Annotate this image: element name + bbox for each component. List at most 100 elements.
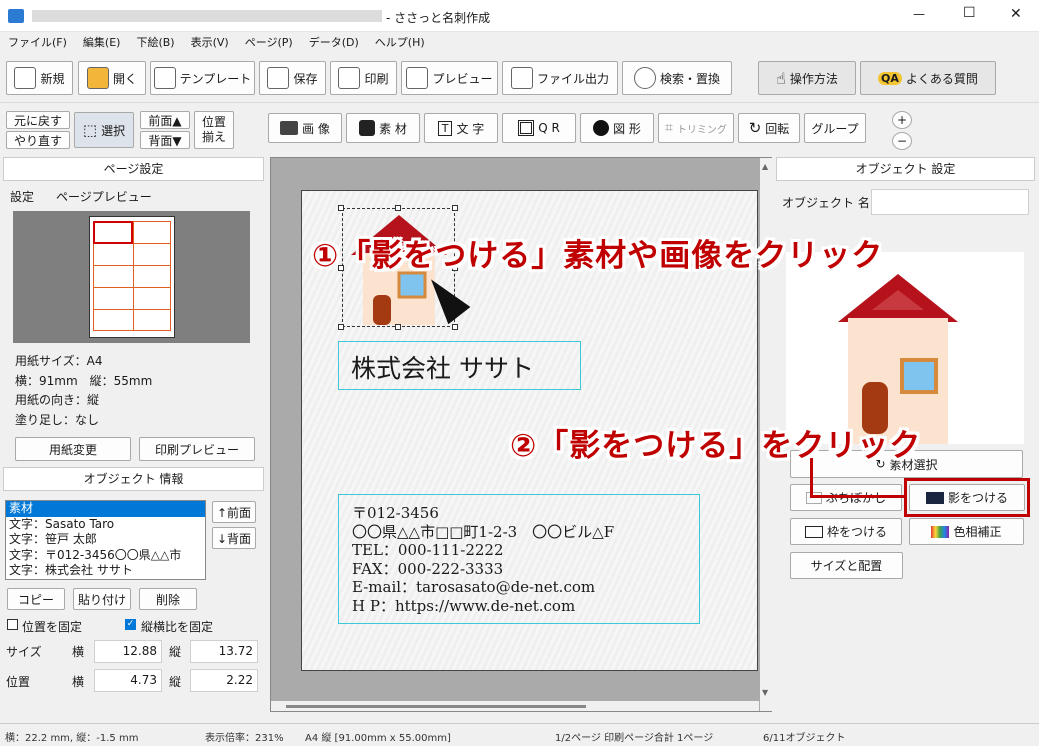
- minimize-button[interactable]: —: [913, 7, 925, 21]
- material-button[interactable]: 素 材: [346, 113, 420, 143]
- align-button[interactable]: 位置 揃え: [194, 111, 234, 149]
- size-w-input[interactable]: 12.88: [94, 640, 162, 663]
- scroll-down-arrow[interactable]: ▼: [762, 688, 768, 697]
- menu-page[interactable]: ページ(P): [245, 34, 293, 52]
- menu-underlay[interactable]: 下絵(B): [136, 34, 174, 52]
- shape-button[interactable]: 図 形: [580, 113, 654, 143]
- paper-orientation: 用紙の向き：縦: [15, 393, 100, 407]
- menu-help[interactable]: ヘルプ(H): [375, 34, 425, 52]
- status-pages: 1/2ページ 印刷ページ合計 1ページ: [555, 733, 714, 744]
- size-h-input[interactable]: 13.72: [190, 640, 258, 663]
- edit-toolbar: 元に戻す やり直す ⬚ 選択 前面▲ 背面▼ 位置 揃え 画 像 素 材 T文 字 …: [0, 104, 1039, 154]
- bring-front-button[interactable]: 前面▲: [140, 111, 190, 129]
- tab-page-preview[interactable]: ページプレビュー: [56, 188, 152, 205]
- maximize-button[interactable]: ☐: [963, 5, 976, 21]
- crop-icon: ⌗: [665, 120, 673, 136]
- resize-handle[interactable]: [338, 324, 344, 330]
- printer-icon: [338, 67, 361, 89]
- print-button[interactable]: 印刷: [330, 61, 397, 95]
- export-button[interactable]: ファイル出力: [502, 61, 618, 95]
- list-item[interactable]: 文字：株式会社 ササト: [6, 563, 205, 579]
- group-button[interactable]: グループ: [804, 113, 866, 143]
- send-back-button[interactable]: 背面▼: [140, 131, 190, 149]
- menu-edit[interactable]: 編集(E): [83, 34, 121, 52]
- list-item[interactable]: 文字：Sasato Taro: [6, 517, 205, 533]
- text-button[interactable]: T文 字: [424, 113, 498, 143]
- preview-button[interactable]: プレビュー: [401, 61, 498, 95]
- address-text-box[interactable]: 〒012-3456 〇〇県△△市□□町1-2-3 〇〇ビル△F TEL：000-…: [338, 494, 700, 624]
- zoom-in-button[interactable]: +: [892, 111, 912, 129]
- redo-button[interactable]: やり直す: [6, 131, 70, 149]
- material-icon: [359, 120, 376, 136]
- qa-icon: QA: [878, 71, 902, 85]
- resize-handle[interactable]: [395, 324, 401, 330]
- list-item[interactable]: 文字：〒012-3456〇〇県△△市: [6, 548, 205, 564]
- lock-ratio-label: 縦横比を固定: [141, 620, 214, 634]
- text-icon: T: [437, 120, 453, 136]
- change-paper-button[interactable]: 用紙変更: [15, 437, 131, 461]
- resize-handle[interactable]: [452, 324, 458, 330]
- new-button[interactable]: 新規: [6, 61, 73, 95]
- status-coords: 横：22.2 mm, 縦：-1.5 mm: [5, 733, 139, 744]
- folder-icon: [86, 67, 109, 89]
- copy-button[interactable]: コピー: [7, 588, 65, 610]
- pos-y-input[interactable]: 2.22: [190, 669, 258, 692]
- object-name-input[interactable]: [871, 189, 1029, 215]
- search-replace-button[interactable]: 検索・置換: [622, 61, 732, 95]
- object-list[interactable]: 素材 文字：Sasato Taro 文字：笹戸 太郎 文字：〒012-3456〇…: [5, 500, 206, 580]
- trim-button[interactable]: ⌗ トリミング: [658, 113, 734, 143]
- undo-button[interactable]: 元に戻す: [6, 111, 70, 129]
- delete-button[interactable]: 削除: [139, 588, 197, 610]
- list-front-button[interactable]: ↑前面: [212, 501, 256, 523]
- list-item[interactable]: 素材: [6, 501, 205, 517]
- image-button[interactable]: 画 像: [268, 113, 342, 143]
- current-card-highlight: [93, 221, 133, 244]
- shadow-highlight-frame: [904, 478, 1030, 517]
- resize-handle[interactable]: [338, 205, 344, 211]
- list-back-button[interactable]: ↓背面: [212, 527, 256, 549]
- open-button[interactable]: 開く: [78, 61, 146, 95]
- tab-settings[interactable]: 設定: [10, 188, 34, 205]
- paper-bleed: 塗り足し：なし: [15, 413, 100, 427]
- pos-x-input[interactable]: 4.73: [94, 669, 162, 692]
- border-button[interactable]: 枠をつける: [790, 518, 902, 545]
- position-label: 位置: [6, 675, 31, 689]
- size-h-label: 縦: [169, 645, 182, 659]
- page-thumbnail: [89, 216, 175, 338]
- menu-view[interactable]: 表示(V): [191, 34, 229, 52]
- horizontal-scrollbar[interactable]: [271, 701, 759, 711]
- pos-x-label: 横: [72, 675, 85, 689]
- lock-ratio-checkbox[interactable]: ✓: [125, 619, 136, 630]
- select-button[interactable]: ⬚ 選択: [74, 112, 134, 148]
- scroll-thumb[interactable]: [286, 705, 586, 708]
- close-button[interactable]: ✕: [1010, 6, 1022, 22]
- howto-button[interactable]: ☝ 操作方法: [758, 61, 856, 95]
- faq-button[interactable]: QA よくある質問: [860, 61, 996, 95]
- shape-icon: [593, 120, 610, 136]
- material-preview: [786, 252, 1024, 444]
- hand-icon: ☝: [776, 68, 786, 88]
- menu-data[interactable]: データ(D): [309, 34, 359, 52]
- save-button[interactable]: 保存: [259, 61, 326, 95]
- blurred-filename: [32, 10, 382, 22]
- status-zoom: 表示倍率：231%: [205, 733, 284, 744]
- color-button[interactable]: 色相補正: [909, 518, 1024, 545]
- menu-file[interactable]: ファイル(F): [8, 34, 67, 52]
- resize-handle[interactable]: [395, 205, 401, 211]
- zoom-out-button[interactable]: −: [892, 132, 912, 150]
- title-bar: - ささっと名刺作成 — ☐ ✕: [0, 0, 1039, 32]
- template-button[interactable]: テンプレート: [150, 61, 255, 95]
- scroll-up-arrow[interactable]: ▲: [762, 162, 768, 171]
- size-layout-button[interactable]: サイズと配置: [790, 552, 903, 579]
- rotate-icon: ↻: [748, 119, 762, 137]
- lock-position-checkbox[interactable]: [7, 619, 18, 630]
- list-item[interactable]: 文字：笹戸 太郎: [6, 532, 205, 548]
- paste-button[interactable]: 貼り付け: [73, 588, 131, 610]
- house-preview-icon: [838, 274, 958, 444]
- template-icon: [153, 67, 176, 89]
- resize-handle[interactable]: [452, 205, 458, 211]
- qr-button[interactable]: Q R: [502, 113, 576, 143]
- print-preview-button[interactable]: 印刷プレビュー: [139, 437, 255, 461]
- rotate-button[interactable]: ↻ 回転: [738, 113, 800, 143]
- status-bar: 横：22.2 mm, 縦：-1.5 mm 表示倍率：231% A4 縦 [91.…: [0, 723, 1039, 746]
